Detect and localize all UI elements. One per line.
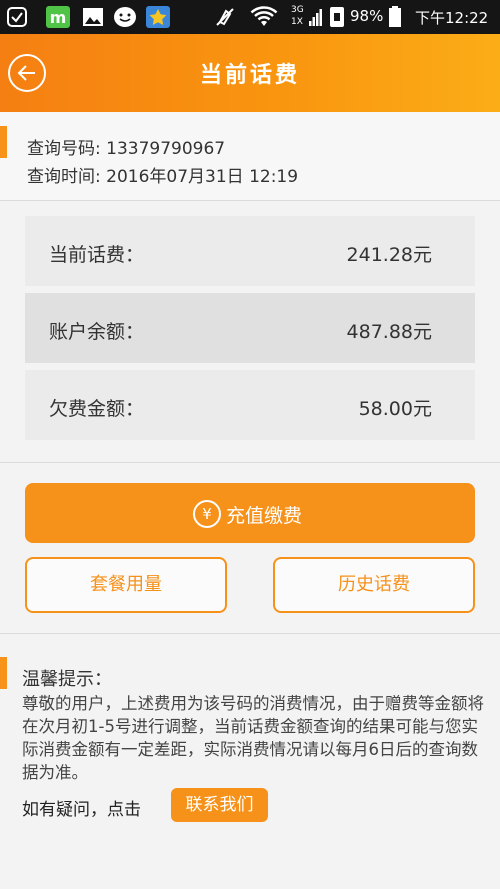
divider bbox=[0, 462, 500, 463]
status-bar: m 3G 1X 98% 下午12:22 bbox=[0, 0, 500, 34]
query-number-row: 查询号码: 13379790967 bbox=[27, 134, 225, 159]
query-number-value: 13379790967 bbox=[106, 139, 226, 159]
signal-strength-icon bbox=[309, 9, 322, 26]
page-title: 当前话费 bbox=[199, 63, 300, 88]
current-charge-card: 当前话费： 241.28元 bbox=[25, 216, 475, 286]
query-time-value: 2016年07月31日 12:19 bbox=[106, 167, 299, 187]
network-type-label: 3G 1X bbox=[291, 5, 304, 27]
account-balance-card: 账户余额： 487.88元 bbox=[25, 293, 475, 363]
query-time-label: 查询时间 bbox=[27, 167, 95, 187]
arrears-card: 欠费金额： 58.00元 bbox=[25, 370, 475, 440]
battery-icon bbox=[389, 6, 401, 27]
colon: : bbox=[95, 139, 107, 159]
current-charge-value: 241.28元 bbox=[346, 244, 432, 266]
recharge-button-label: 充值缴费 bbox=[226, 505, 303, 527]
current-charge-label: 当前话费： bbox=[49, 244, 145, 266]
query-time-row: 查询时间: 2016年07月31日 12:19 bbox=[27, 162, 298, 187]
notification-icon bbox=[7, 7, 27, 27]
arrears-value: 58.00元 bbox=[358, 398, 432, 420]
arrears-label: 欠费金额： bbox=[49, 398, 145, 420]
account-balance-label: 账户余额： bbox=[49, 321, 145, 343]
yen-icon: ¥ bbox=[193, 500, 221, 528]
svg-text:m: m bbox=[50, 8, 67, 27]
divider bbox=[0, 633, 500, 634]
gallery-icon bbox=[83, 8, 103, 26]
colon: : bbox=[95, 167, 107, 187]
wifi-icon bbox=[250, 6, 278, 26]
clock: 下午12:22 bbox=[415, 9, 489, 27]
battery-percent: 98% bbox=[350, 7, 384, 25]
chat-smiley-icon bbox=[114, 7, 136, 27]
tips-body: 尊敬的用户，上述费用为该号码的消费情况，由于赠费等金额将在次月初1-5号进行调整… bbox=[22, 694, 484, 782]
account-balance-value: 487.88元 bbox=[346, 321, 432, 343]
contact-prompt: 如有疑问，点击 bbox=[22, 800, 141, 820]
query-number-label: 查询号码 bbox=[27, 139, 95, 159]
package-usage-button[interactable]: 套餐用量 bbox=[25, 557, 227, 613]
silent-mode-icon bbox=[216, 8, 234, 26]
divider bbox=[0, 200, 500, 201]
messenger-app-icon: m bbox=[46, 6, 70, 28]
tips-accent-bar bbox=[0, 657, 7, 689]
contact-us-button[interactable]: 联系我们 bbox=[171, 788, 268, 822]
star-app-icon bbox=[146, 6, 170, 28]
history-charges-button[interactable]: 历史话费 bbox=[273, 557, 475, 613]
query-info-section: 查询号码: 13379790967 查询时间: 2016年07月31日 12:1… bbox=[0, 112, 500, 200]
recharge-button[interactable]: ¥ 充值缴费 bbox=[25, 483, 475, 543]
app-header: 当前话费 bbox=[0, 34, 500, 112]
tips-title: 温馨提示： bbox=[22, 669, 112, 690]
sim-card-icon bbox=[330, 7, 344, 27]
section-accent-bar bbox=[0, 126, 7, 158]
